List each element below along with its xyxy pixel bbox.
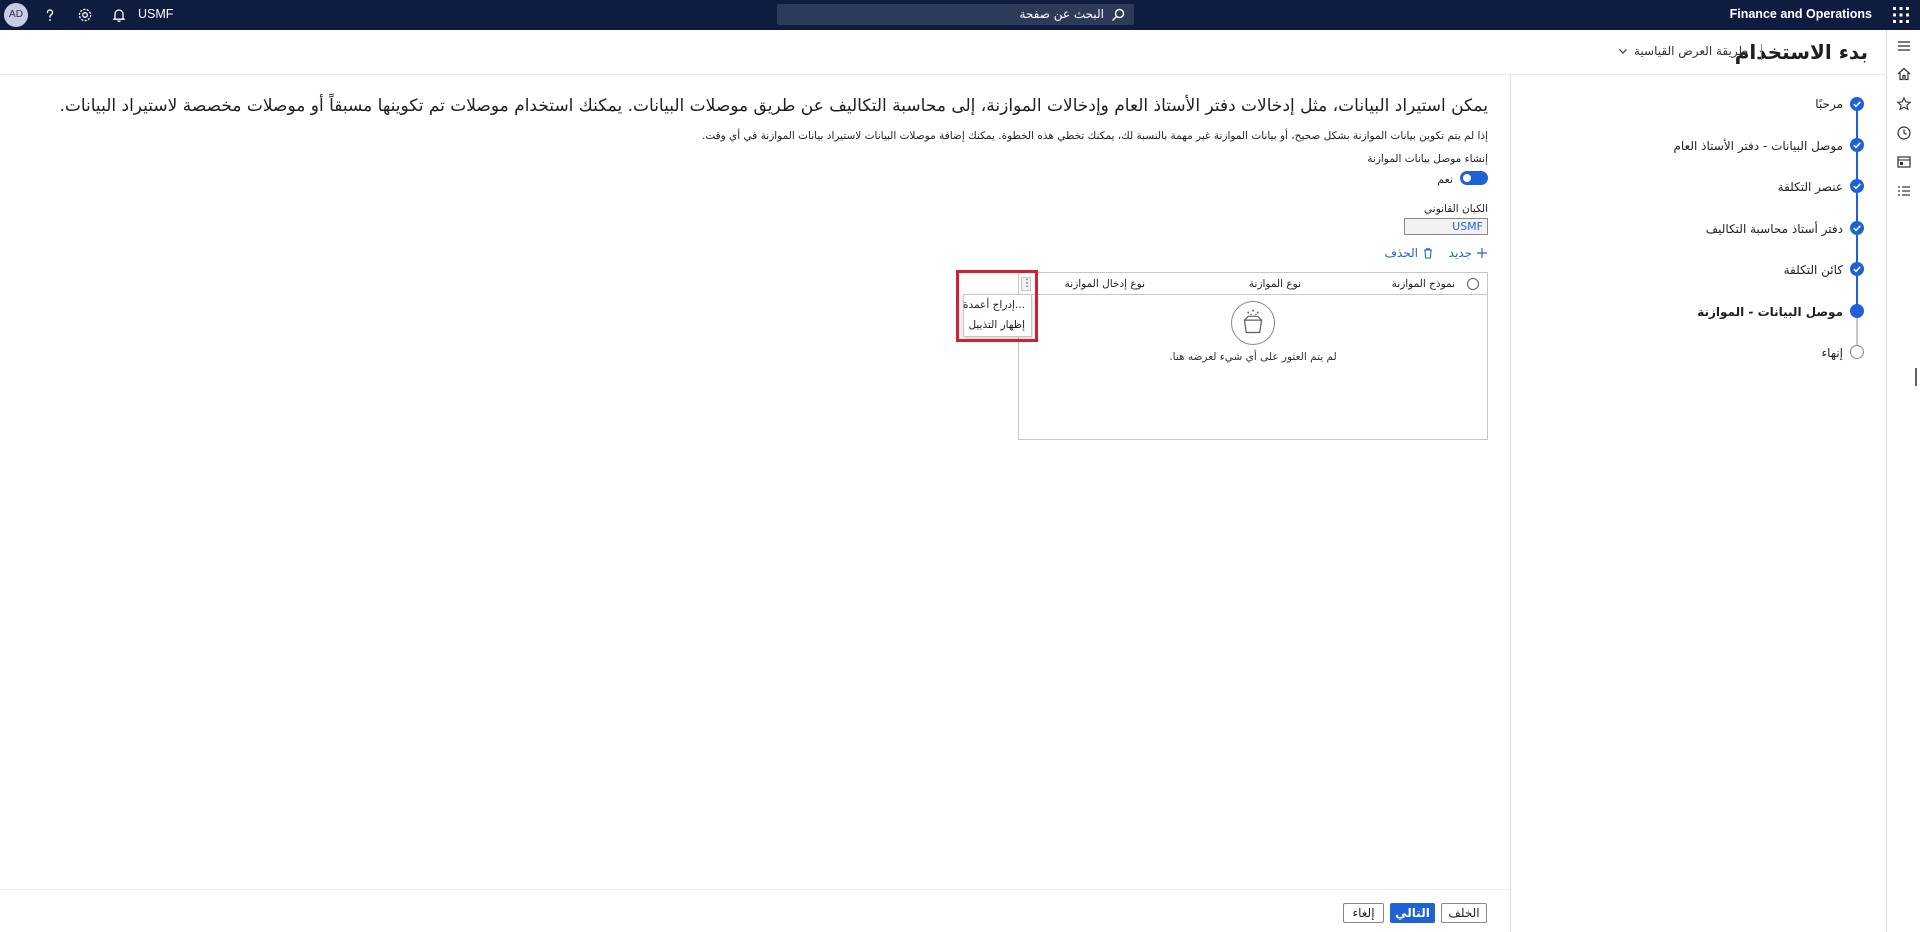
view-mode-label: طريقة العرض القياسية [1634, 44, 1748, 58]
step-current-indicator [1850, 304, 1864, 318]
column-header-budget-type[interactable]: نوع الموازنة [1249, 278, 1301, 290]
delete-button[interactable]: الحذف [1385, 246, 1434, 260]
step-cost-element[interactable]: عنصر التكلفة [1778, 180, 1843, 194]
create-budget-connector-toggle[interactable] [1460, 171, 1488, 185]
legal-entity-label: الكيان القانوني [1424, 203, 1488, 215]
back-button[interactable]: الخلف [1441, 903, 1487, 923]
trash-icon [1424, 248, 1432, 259]
header-separator [1761, 44, 1762, 60]
budget-connectors-grid: نموذج الموازنة نوع الموازنة نوع إدخال ال… [1018, 272, 1488, 440]
step-complete-check-icon [1850, 179, 1864, 193]
page-title: بدء الاستخدام [1734, 40, 1868, 64]
step-cost-accounting-ledger[interactable]: دفتر أستاذ محاسبة التكاليف [1706, 222, 1843, 236]
step-complete-check-icon [1850, 221, 1864, 235]
legal-entity-field[interactable]: USMF [1404, 218, 1488, 235]
grid-header: نموذج الموازنة نوع الموازنة نوع إدخال ال… [1019, 273, 1487, 295]
app-launcher-icon[interactable] [1892, 6, 1910, 24]
user-avatar[interactable]: AD [4, 3, 28, 27]
page-search-box[interactable]: البحث عن صفحة [777, 4, 1134, 25]
column-header-budget-model[interactable]: نموذج الموازنة [1392, 278, 1455, 290]
workspaces-icon[interactable] [1896, 154, 1912, 170]
settings-gear-icon[interactable] [77, 7, 93, 23]
delete-button-label: الحذف [1384, 246, 1418, 260]
search-icon [1111, 8, 1125, 22]
footer-divider [0, 889, 1510, 890]
search-placeholder: البحث عن صفحة [1019, 7, 1104, 21]
toggle-knob [1463, 174, 1471, 182]
step-complete-check-icon [1850, 262, 1864, 276]
app-title: Finance and Operations [1729, 7, 1872, 21]
notification-bell-icon[interactable] [111, 7, 127, 23]
new-button[interactable]: جديد [1449, 246, 1488, 260]
step-gl-data-connector[interactable]: موصل البيانات - دفتر الأستاذ العام [1673, 139, 1843, 153]
recent-clock-icon[interactable] [1896, 125, 1912, 141]
column-header-budget-entry-type[interactable]: نوع إدخال الموازنة [1065, 278, 1145, 290]
steps-pane-divider [1510, 75, 1511, 932]
help-icon[interactable] [42, 7, 58, 23]
intro-heading: يمكن استيراد البيانات، مثل إدخالات دفتر … [59, 96, 1488, 116]
step-complete-check-icon [1850, 97, 1864, 111]
annotation-highlight-box [956, 270, 1038, 342]
intro-subtext: إذا لم يتم تكوين بيانات الموازنة بشكل صح… [701, 130, 1488, 142]
step-finish[interactable]: إنهاء [1821, 346, 1843, 360]
step-budget-data-connector[interactable]: موصل البيانات - الموازنة [1697, 305, 1843, 319]
modules-list-icon[interactable] [1896, 183, 1912, 199]
empty-box-icon [1231, 301, 1275, 345]
header-divider [0, 74, 1886, 75]
step-cost-object[interactable]: كائن التكلفة [1784, 263, 1843, 277]
view-mode-dropdown[interactable]: طريقة العرض القياسية [1618, 44, 1748, 58]
company-picker[interactable]: USMF [138, 7, 173, 21]
chevron-down-icon [1619, 49, 1627, 54]
step-pending-indicator [1850, 345, 1864, 359]
home-icon[interactable] [1896, 66, 1912, 82]
step-welcome[interactable]: مرحبًا [1815, 97, 1843, 111]
hamburger-menu-icon[interactable] [1896, 38, 1912, 54]
top-bar: AD USMF البحث عن صفحة Finance and Operat… [0, 0, 1920, 30]
new-button-label: جديد [1448, 246, 1472, 260]
plus-icon [1477, 248, 1487, 258]
select-all-radio[interactable] [1467, 278, 1479, 290]
step-complete-check-icon [1850, 138, 1864, 152]
navigation-rail [1886, 30, 1920, 932]
create-budget-connector-label: إنشاء موصل بيانات الموازنة [1367, 153, 1488, 165]
toggle-value-text: نعم [1437, 173, 1453, 186]
text-cursor-icon [1915, 368, 1917, 386]
grid-empty-message: لم يتم العثور على أي شيء لعرضه هنا. [1169, 351, 1337, 363]
cancel-button[interactable]: إلغاء [1343, 903, 1384, 923]
favorites-star-icon[interactable] [1896, 96, 1912, 112]
next-button[interactable]: التالي [1390, 903, 1435, 923]
